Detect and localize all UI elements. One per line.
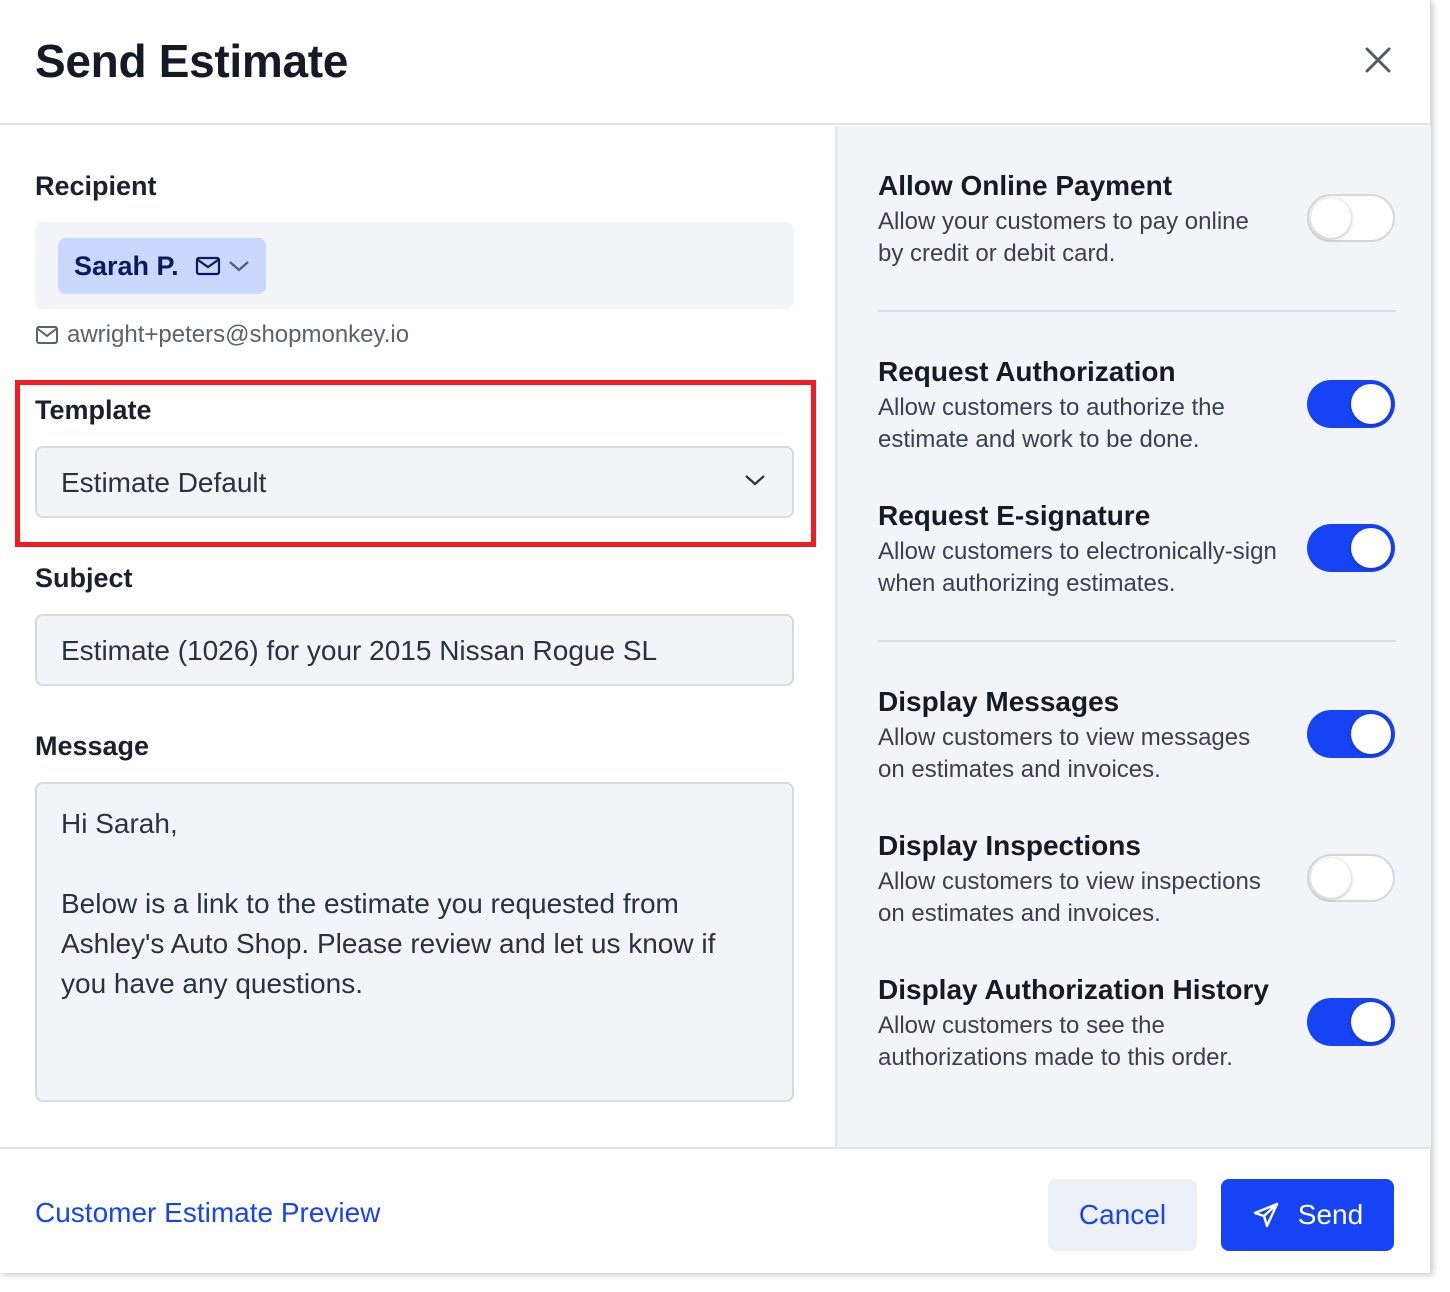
template-selected-value: Estimate Default [61, 467, 267, 498]
toggle-display-messages[interactable] [1307, 710, 1395, 758]
recipient-chip-name: Sarah P. [74, 250, 179, 281]
dialog-title: Send Estimate [35, 35, 349, 87]
send-button-label: Send [1297, 1199, 1364, 1230]
divider [878, 310, 1396, 312]
customer-estimate-preview-link[interactable]: Customer Estimate Preview [35, 1197, 380, 1229]
dialog-footer: Customer Estimate Preview Cancel Send [0, 1147, 1431, 1273]
divider [878, 640, 1396, 642]
toggle-display-inspections[interactable] [1307, 854, 1395, 902]
recipient-email-line: awright+peters@shopmonkey.io [35, 320, 409, 350]
recipient-email: awright+peters@shopmonkey.io [67, 321, 410, 348]
message-greeting: Hi Sarah, [61, 808, 178, 839]
message-textarea[interactable]: Hi Sarah, Below is a link to the estimat… [35, 782, 794, 1102]
toggle-request-authorization[interactable] [1307, 380, 1395, 428]
mail-icon [195, 256, 220, 276]
recipient-label: Recipient [35, 171, 157, 201]
recipient-chip[interactable]: Sarah P. [58, 238, 266, 294]
message-label: Message [35, 731, 150, 761]
chevron-down-icon [745, 475, 765, 486]
message-body: Below is a link to the estimate you requ… [61, 888, 716, 999]
toggle-display-authorization-history[interactable] [1307, 998, 1395, 1046]
setting-description: Allow customers to electronically-sign w… [878, 538, 1277, 597]
toggle-request-e-signature[interactable] [1307, 524, 1395, 572]
setting-description: Allow your customers to pay online by cr… [878, 208, 1249, 267]
template-label: Template [35, 395, 152, 425]
send-estimate-dialog: Send Estimate Recipient Sarah P. awright… [0, 0, 1431, 1273]
mail-icon [36, 326, 58, 344]
template-select[interactable]: Estimate Default [35, 446, 794, 518]
send-button[interactable]: Send [1221, 1179, 1394, 1251]
close-button[interactable] [1360, 42, 1396, 78]
dialog-header: Send Estimate [0, 0, 1431, 125]
recipient-field[interactable]: Sarah P. [35, 222, 794, 309]
email-form-panel: Recipient Sarah P. awright+peters@shopmo… [0, 126, 835, 1147]
setting-description: Allow customers to authorize the estimat… [878, 394, 1225, 453]
chevron-down-icon[interactable] [227, 258, 251, 274]
settings-panel: Allow Online Payment Allow your customer… [835, 126, 1431, 1147]
subject-label: Subject [35, 563, 133, 593]
toggle-allow-online-payment[interactable] [1307, 194, 1395, 242]
setting-description: Allow customers to view inspections on e… [878, 868, 1261, 927]
cancel-button[interactable]: Cancel [1048, 1179, 1197, 1251]
subject-input[interactable]: Estimate (1026) for your 2015 Nissan Rog… [35, 614, 794, 686]
setting-description: Allow customers to view messages on esti… [878, 724, 1251, 783]
close-icon [1365, 47, 1391, 73]
setting-description: Allow customers to see the authorization… [878, 1012, 1233, 1071]
send-icon [1253, 1202, 1278, 1228]
